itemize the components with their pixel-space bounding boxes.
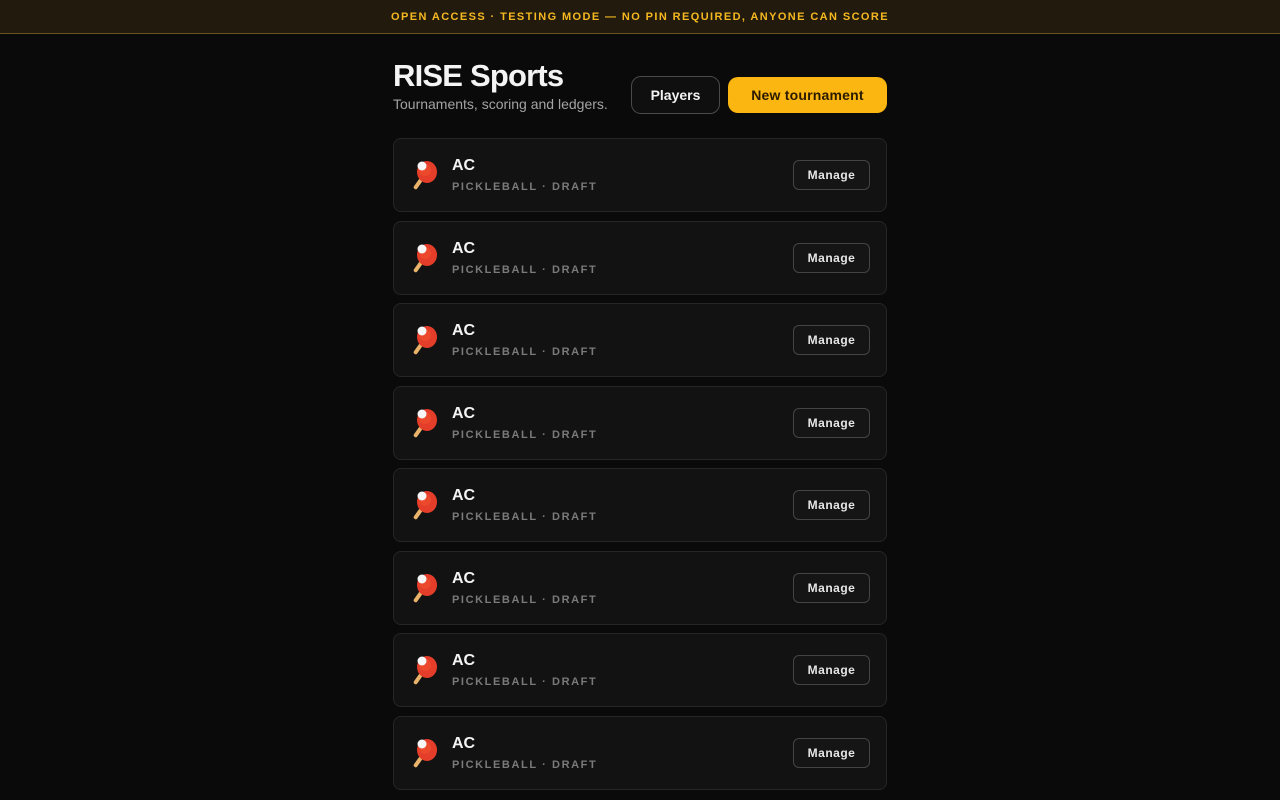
tournament-meta: PICKLEBALL · DRAFT: [452, 511, 598, 523]
tournament-meta: PICKLEBALL · DRAFT: [452, 676, 598, 688]
ping-pong-paddle-icon: [413, 738, 437, 767]
ping-pong-paddle-icon: [413, 243, 437, 272]
page-title: RISE Sports: [393, 58, 564, 93]
ping-pong-paddle-icon: [413, 656, 437, 685]
tournament-card: AC PICKLEBALL · DRAFT Manage: [393, 468, 887, 542]
tournament-name: AC: [452, 652, 476, 669]
tournament-name: AC: [452, 487, 476, 504]
manage-button[interactable]: Manage: [793, 737, 870, 768]
tournament-name: AC: [452, 322, 476, 339]
main-content: RISE Sports Tournaments, scoring and led…: [393, 58, 887, 790]
tournament-card: AC PICKLEBALL · DRAFT Manage: [393, 633, 887, 707]
tournament-name: AC: [452, 734, 476, 752]
ping-pong-paddle-icon: [413, 326, 437, 355]
tournament-name: AC: [452, 239, 476, 257]
manage-button[interactable]: Manage: [793, 655, 870, 685]
manage-button[interactable]: Manage: [793, 160, 870, 190]
players-button[interactable]: Players: [631, 76, 720, 114]
tournament-name: AC: [452, 569, 476, 587]
page-header: RISE Sports Tournaments, scoring and led…: [393, 58, 887, 138]
tournament-card: AC PICKLEBALL · DRAFT Manage: [393, 220, 887, 295]
tournament-card: AC PICKLEBALL · DRAFT Manage: [393, 138, 887, 212]
tournament-name: AC: [452, 157, 476, 174]
tournament-meta: PICKLEBALL · DRAFT: [452, 428, 598, 441]
new-tournament-button[interactable]: New tournament: [728, 77, 887, 113]
manage-button[interactable]: Manage: [793, 242, 870, 273]
manage-button[interactable]: Manage: [793, 325, 870, 355]
tournament-card: AC PICKLEBALL · DRAFT Manage: [393, 550, 887, 625]
tournament-name: AC: [452, 404, 476, 422]
manage-button[interactable]: Manage: [793, 490, 870, 520]
tournament-card: AC PICKLEBALL · DRAFT Manage: [393, 715, 887, 790]
tournament-list: AC PICKLEBALL · DRAFT Manage AC PICKLEBA…: [393, 138, 887, 798]
banner-text: OPEN ACCESS · TESTING MODE — NO PIN REQU…: [391, 10, 889, 23]
tournament-card: AC PICKLEBALL · DRAFT Manage: [393, 303, 887, 377]
manage-button[interactable]: Manage: [793, 407, 870, 438]
ping-pong-paddle-icon: [413, 573, 437, 602]
tournament-card: AC PICKLEBALL · DRAFT Manage: [393, 385, 887, 460]
manage-button[interactable]: Manage: [793, 572, 870, 603]
tournament-meta: PICKLEBALL · DRAFT: [452, 263, 598, 276]
ping-pong-paddle-icon: [413, 161, 437, 190]
tournament-meta: PICKLEBALL · DRAFT: [452, 758, 598, 771]
ping-pong-paddle-icon: [413, 408, 437, 437]
ping-pong-paddle-icon: [413, 491, 437, 520]
page-subtitle: Tournaments, scoring and ledgers.: [393, 96, 608, 112]
tournament-meta: PICKLEBALL · DRAFT: [452, 593, 598, 606]
tournament-meta: PICKLEBALL · DRAFT: [452, 346, 598, 358]
tournament-meta: PICKLEBALL · DRAFT: [452, 181, 598, 193]
testing-mode-banner: OPEN ACCESS · TESTING MODE — NO PIN REQU…: [0, 0, 1280, 34]
